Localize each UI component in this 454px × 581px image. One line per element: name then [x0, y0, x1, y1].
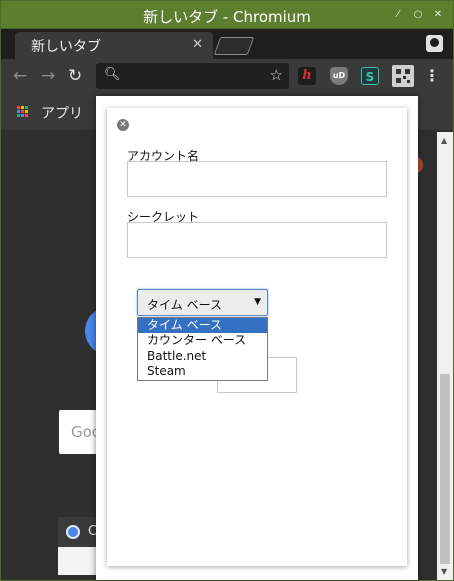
- option-battle-net[interactable]: Battle.net: [138, 349, 267, 364]
- chromium-icon: [66, 525, 80, 539]
- type-dropdown-list: タイム ベース カウンター ベース Battle.net Steam: [137, 317, 268, 381]
- maximize-icon[interactable]: ○: [411, 8, 425, 22]
- apps-link[interactable]: アプリ: [41, 103, 83, 123]
- forward-icon[interactable]: →: [41, 66, 55, 86]
- h-extension-icon[interactable]: h: [298, 67, 316, 85]
- most-visited-tile[interactable]: C: [58, 517, 98, 575]
- scroll-up-icon[interactable]: ▲: [441, 136, 447, 145]
- ublock-icon[interactable]: uD: [330, 67, 348, 85]
- address-bar[interactable]: 🔍︎ ☆: [96, 63, 289, 89]
- s-extension-icon[interactable]: S: [361, 67, 379, 85]
- option-steam[interactable]: Steam: [138, 364, 267, 379]
- tab-new-tab[interactable]: 新しいタブ ✕: [15, 32, 213, 59]
- google-search-box[interactable]: Goo: [59, 410, 101, 454]
- menu-icon[interactable]: ⋮: [424, 66, 440, 85]
- browser-window: 新しいタブ - Chromium ⁄ ○ ✕ 新しいタブ ✕ ← → ↻ 🔍︎ …: [0, 0, 454, 581]
- window-titlebar: 新しいタブ - Chromium ⁄ ○ ✕: [1, 1, 453, 29]
- account-name-input[interactable]: [127, 161, 387, 197]
- back-icon[interactable]: ←: [13, 66, 27, 86]
- tab-title: 新しいタブ: [31, 39, 101, 55]
- reload-icon[interactable]: ↻: [68, 66, 82, 86]
- tab-close-icon[interactable]: ✕: [192, 37, 203, 52]
- search-icon: 🔍︎: [104, 67, 121, 82]
- browser-toolbar: ← → ↻ 🔍︎ ☆ h uD S ⋮: [1, 59, 453, 93]
- scroll-down-icon[interactable]: ▼: [441, 567, 447, 576]
- minimize-icon[interactable]: ⁄: [391, 8, 405, 22]
- extension-popup: ✕ アカウント名 シークレット タイム ベース ▼ タイム ベース カウンター …: [107, 108, 407, 566]
- close-window-icon[interactable]: ✕: [431, 8, 445, 22]
- scrollbar-thumb[interactable]: [440, 374, 450, 564]
- type-select-value: タイム ベース: [147, 298, 222, 312]
- secret-input[interactable]: [127, 222, 387, 258]
- tile-thumbnail: [58, 547, 98, 575]
- option-time-based[interactable]: タイム ベース: [138, 318, 267, 333]
- apps-grid-icon[interactable]: [17, 106, 29, 118]
- tab-strip: 新しいタブ ✕: [1, 29, 453, 59]
- option-counter-based[interactable]: カウンター ベース: [138, 333, 267, 348]
- bookmark-star-icon[interactable]: ☆: [270, 66, 283, 84]
- chevron-down-icon: ▼: [254, 297, 261, 307]
- close-icon[interactable]: ✕: [117, 119, 129, 131]
- page-scrollbar[interactable]: ▲ ▼: [437, 132, 453, 580]
- window-title: 新しいタブ - Chromium: [143, 8, 311, 26]
- type-select[interactable]: タイム ベース ▼: [137, 289, 268, 316]
- profile-icon[interactable]: [426, 35, 443, 52]
- new-tab-button[interactable]: [213, 37, 255, 55]
- qr-code-icon[interactable]: [392, 65, 414, 87]
